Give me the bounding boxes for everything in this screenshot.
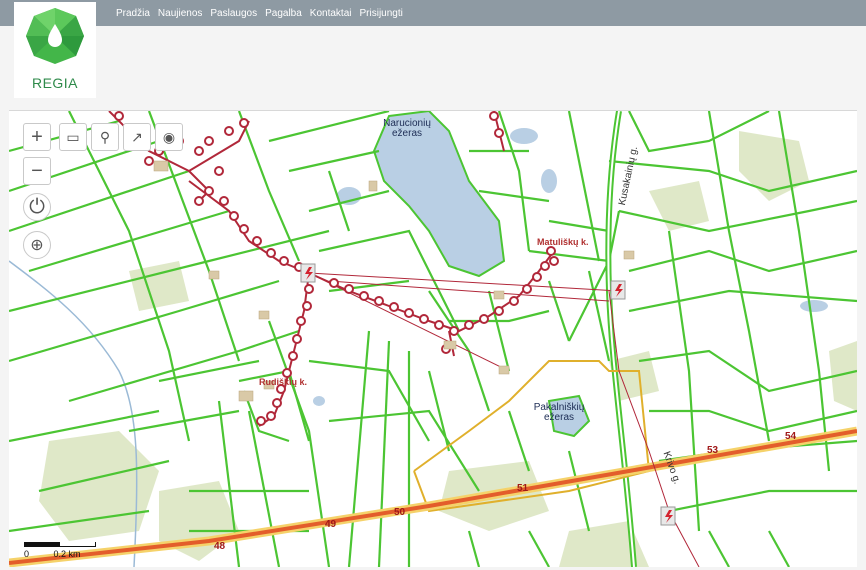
scale-bar: 0 0.2 km [24, 542, 96, 559]
nav-home[interactable]: Pradžia [116, 8, 150, 19]
road-km-51: 51 [517, 483, 529, 494]
road-km-53: 53 [707, 445, 719, 456]
nav-login[interactable]: Prisijungti [360, 8, 403, 19]
logo[interactable]: REGIA [14, 2, 96, 98]
nav-help[interactable]: Pagalba [265, 8, 302, 19]
village-label-rudiskiu: Rudiškių k. [259, 377, 308, 387]
village-label-matuliskiu: Matuliškų k. [537, 237, 589, 247]
target-icon[interactable]: ◉ [155, 123, 183, 151]
power-icon[interactable]: ⏻ [23, 193, 51, 221]
zoom-out-icon[interactable]: − [23, 157, 51, 185]
lake-label-narucioniu: Narucionių ežeras [383, 118, 431, 139]
map-canvas [9, 111, 857, 567]
locate-icon[interactable]: ⊕ [23, 231, 51, 259]
nav-services[interactable]: Paslaugos [210, 8, 257, 19]
scale-zero: 0 [24, 549, 30, 559]
ruler-icon[interactable]: ▭ [59, 123, 87, 151]
nav-news[interactable]: Naujienos [158, 8, 202, 19]
road-km-48: 48 [214, 541, 226, 552]
nav-contacts[interactable]: Kontaktai [310, 8, 352, 19]
scale-distance: 0.2 km [53, 549, 81, 559]
logo-icon [26, 8, 84, 64]
map-view[interactable]: + − ⏻ ⊕ ▭ ⚲ ↗ ◉ Narucionių ežeras Pakaln… [9, 110, 857, 567]
header-area [0, 26, 866, 108]
logo-text: REGIA [31, 75, 79, 91]
road-km-49: 49 [325, 519, 337, 530]
road-km-50: 50 [394, 507, 406, 518]
zoom-in-icon[interactable]: + [23, 123, 51, 151]
main-nav: Pradžia Naujienos Paslaugos Pagalba Kont… [116, 0, 403, 26]
top-nav-bar: Pradžia Naujienos Paslaugos Pagalba Kont… [0, 0, 866, 26]
marker-icon[interactable]: ⚲ [91, 123, 119, 151]
road-km-54: 54 [785, 431, 797, 442]
share-icon[interactable]: ↗ [123, 123, 151, 151]
lake-label-pakalniskiu: Pakalniškių ežeras [533, 402, 585, 423]
